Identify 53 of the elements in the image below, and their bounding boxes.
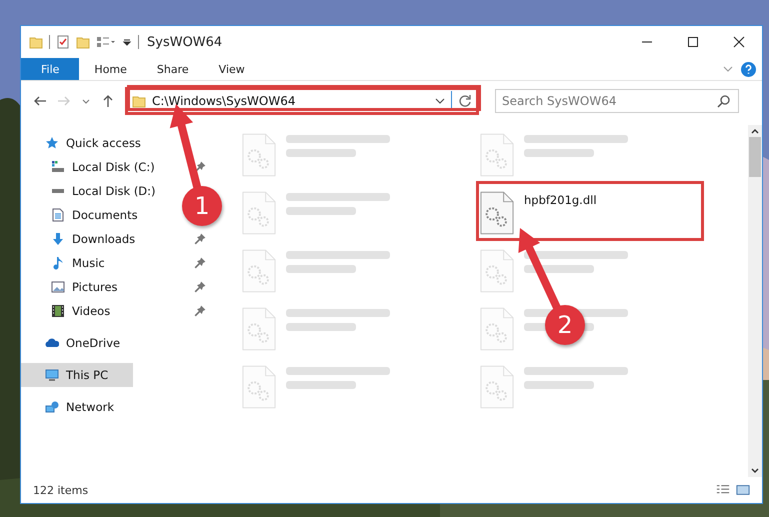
ribbon-tab[interactable]: View: [204, 58, 260, 80]
blurred-text: [524, 149, 594, 157]
blurred-text: [286, 149, 356, 157]
nav-item[interactable]: Music: [21, 251, 111, 275]
folder-icon: [132, 94, 146, 108]
window-title: SysWOW64: [147, 34, 224, 50]
nav-item[interactable]: Pictures: [21, 275, 124, 299]
large-icons-view-icon[interactable]: [736, 483, 750, 497]
nav-item[interactable]: Downloads: [21, 227, 142, 251]
refresh-icon[interactable]: [458, 94, 472, 108]
nav-item[interactable]: Network: [21, 395, 120, 419]
pictures-icon: [51, 280, 65, 294]
close-icon: [733, 36, 745, 48]
ribbon-tab[interactable]: Home: [79, 58, 142, 80]
maximize-icon: [687, 36, 699, 48]
nav-item[interactable]: Documents: [21, 203, 144, 227]
help-icon[interactable]: [741, 62, 756, 76]
blurred-text: [524, 381, 594, 389]
drive-icon: [51, 160, 65, 174]
cloud-icon: [45, 336, 59, 350]
nav-item[interactable]: Quick access: [21, 131, 147, 155]
properties-icon[interactable]: [56, 35, 70, 49]
blurred-text: [286, 207, 356, 215]
nav-item[interactable]: Local Disk (D:): [21, 179, 162, 203]
blurred-text: [286, 265, 356, 273]
back-arrow-icon[interactable]: [33, 94, 47, 108]
document-icon: [51, 208, 65, 222]
computer-icon: [45, 368, 59, 382]
address-path: C:\Windows\SysWOW64: [152, 94, 296, 108]
nav-item[interactable]: Local Disk (C:): [21, 155, 161, 179]
view-options-icon[interactable]: [96, 35, 116, 49]
nav-item[interactable]: This PC: [21, 363, 132, 387]
star-icon: [45, 136, 59, 150]
network-icon: [45, 400, 59, 414]
drive-icon: [51, 188, 65, 194]
film-icon: [51, 304, 65, 318]
ribbon-tab[interactable]: File: [21, 58, 80, 80]
scrollbar[interactable]: [748, 125, 762, 477]
file-name[interactable]: hpbf201g.dll: [524, 193, 597, 207]
nav-item[interactable]: Videos: [21, 299, 116, 323]
download-arrow-icon: [51, 232, 65, 246]
music-note-icon: [51, 256, 65, 270]
search-field[interactable]: Search SysWOW64: [495, 89, 739, 113]
blurred-text: [286, 323, 356, 331]
expand-ribbon-icon[interactable]: [723, 64, 733, 74]
dropdown-icon[interactable]: [122, 37, 132, 47]
blurred-text: [286, 381, 356, 389]
item-count: 122 items: [33, 484, 90, 496]
scrollbar-thumb[interactable]: [749, 137, 761, 177]
up-arrow-icon[interactable]: [101, 94, 115, 108]
nav-item[interactable]: OneDrive: [21, 331, 126, 355]
ribbon-tab[interactable]: Share: [142, 58, 204, 80]
dropdown-icon[interactable]: [435, 96, 445, 106]
